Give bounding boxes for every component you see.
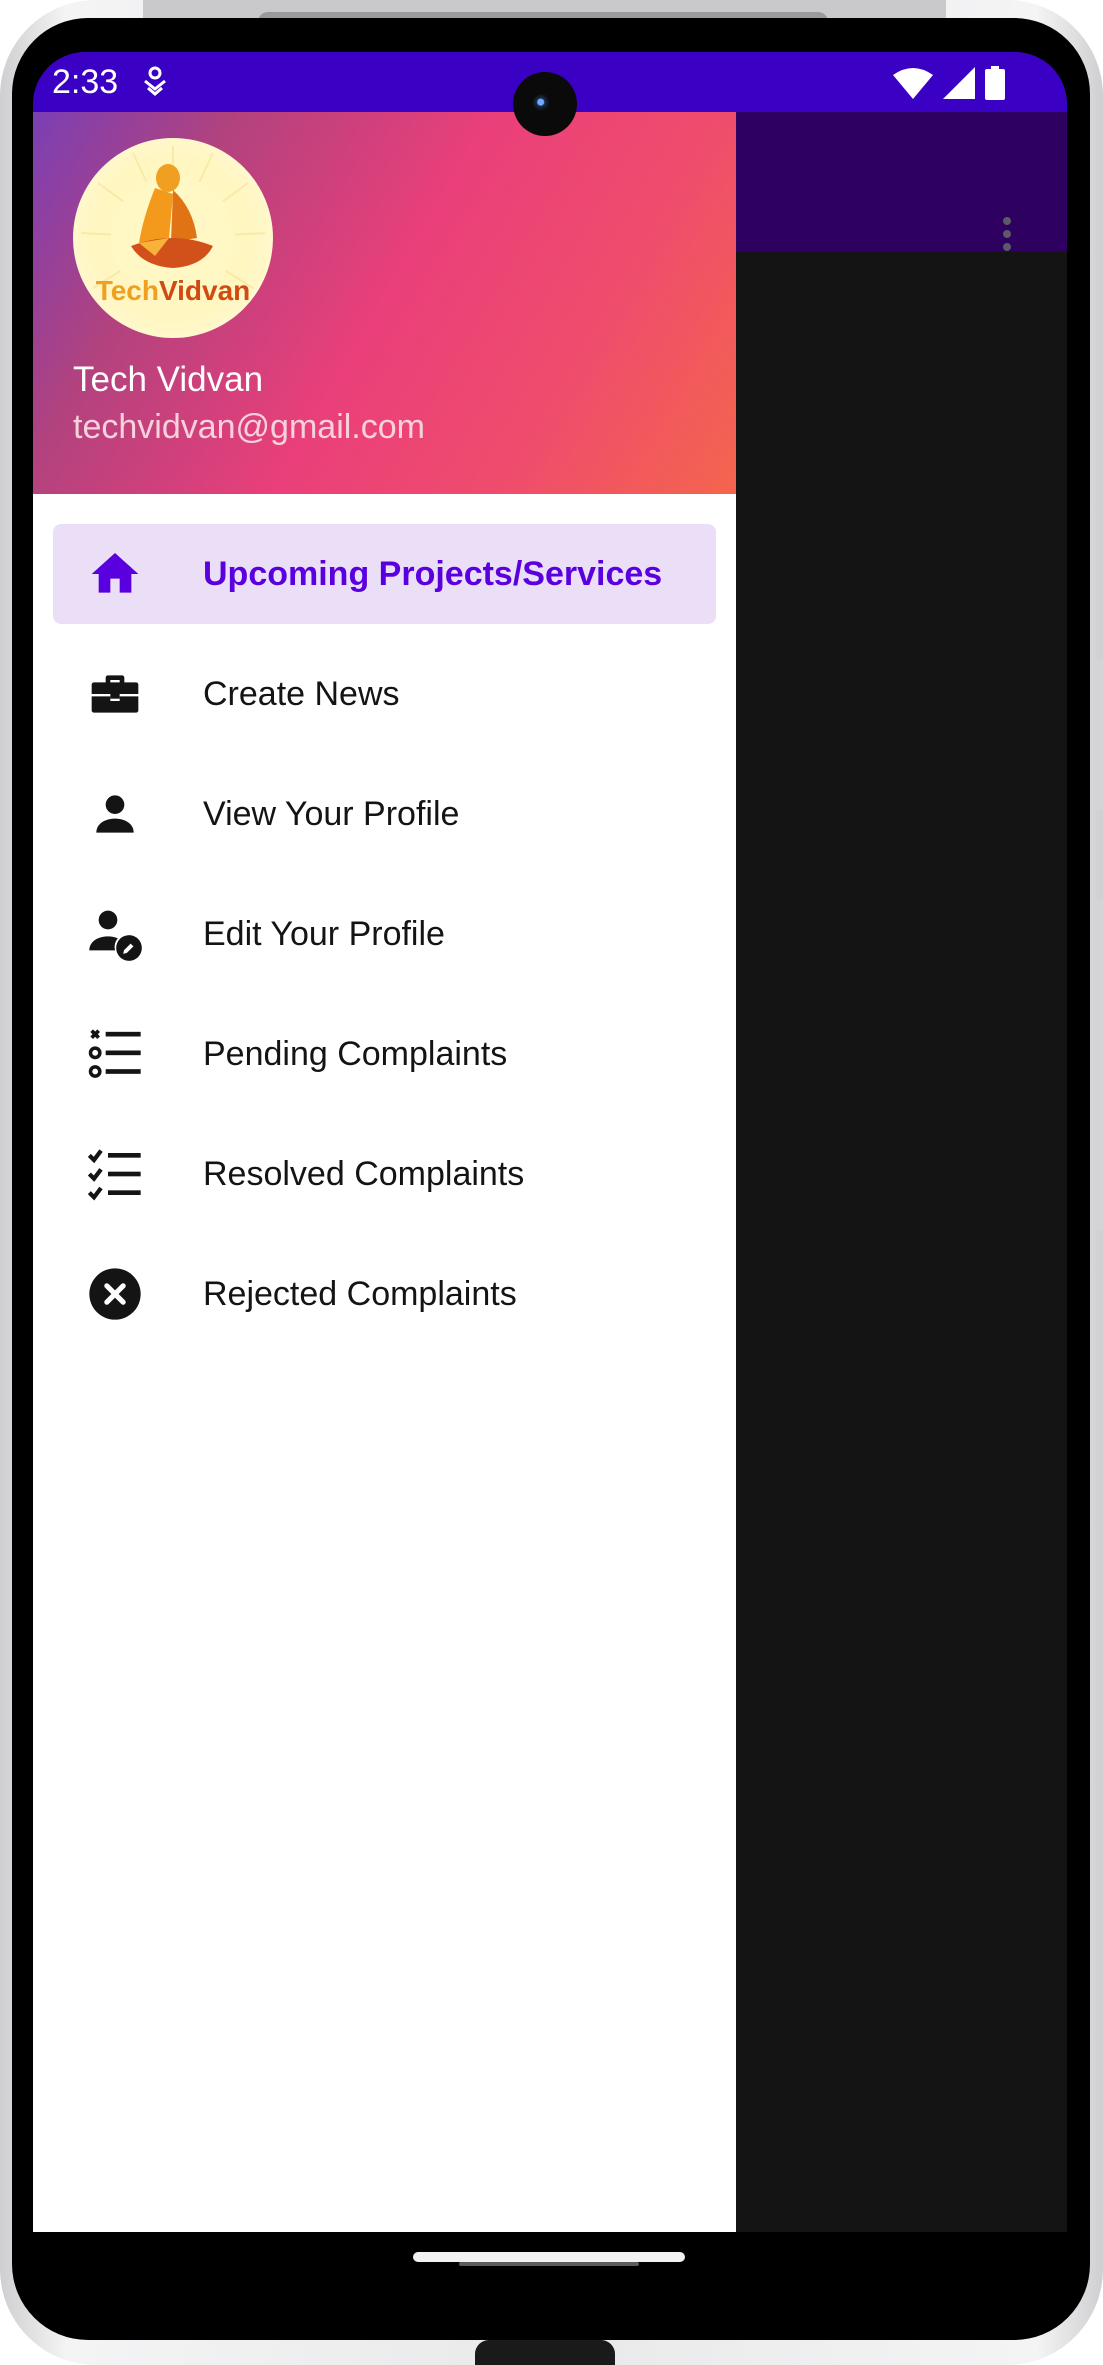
- power-button: [1095, 900, 1103, 1230]
- navigation-drawer: TechVidvan Tech Vidvan techvidvan@gmail.…: [33, 112, 736, 2232]
- menu-item-pending-complaints[interactable]: Pending Complaints: [53, 1004, 716, 1104]
- avatar[interactable]: TechVidvan: [73, 138, 273, 338]
- menu-label: Edit Your Profile: [203, 915, 445, 953]
- device-bottom-port: [475, 2340, 615, 2365]
- techvidvan-logo: TechVidvan: [80, 146, 266, 306]
- menu-item-edit-profile[interactable]: Edit Your Profile: [53, 884, 716, 984]
- cell-signal-icon: [943, 67, 975, 99]
- menu-item-rejected-complaints[interactable]: Rejected Complaints: [53, 1244, 716, 1344]
- person-edit-icon: [89, 910, 142, 961]
- home-gesture-handle[interactable]: [413, 2252, 685, 2266]
- pending-list-icon: [88, 1029, 141, 1078]
- user-name: Tech Vidvan: [73, 360, 264, 399]
- status-time: 2:33: [52, 63, 119, 101]
- screen: 2:33 TechVidvan Tech Vidvan techvidvan@g…: [33, 52, 1067, 2292]
- person-icon: [96, 795, 134, 833]
- battery-icon: [985, 66, 1005, 100]
- menu-label: View Your Profile: [203, 795, 460, 833]
- menu-item-resolved-complaints[interactable]: Resolved Complaints: [53, 1124, 716, 1224]
- menu-item-upcoming-projects[interactable]: Upcoming Projects/Services: [53, 524, 716, 624]
- device-frame: 2:33 TechVidvan Tech Vidvan techvidvan@g…: [0, 0, 1103, 2365]
- status-icons: [893, 64, 1005, 102]
- drawer-header: TechVidvan Tech Vidvan techvidvan@gmail.…: [33, 112, 736, 494]
- menu-label: Create News: [203, 675, 400, 713]
- menu-item-create-news[interactable]: Create News: [53, 644, 716, 744]
- menu-label: Pending Complaints: [203, 1035, 508, 1073]
- checklist-icon: [87, 1149, 141, 1201]
- menu-label: Upcoming Projects/Services: [203, 555, 663, 593]
- user-email: techvidvan@gmail.com: [73, 408, 425, 446]
- gesture-nav-bar: [33, 2232, 1067, 2292]
- front-camera: [513, 72, 577, 136]
- svg-text:TechVidvan: TechVidvan: [96, 275, 251, 306]
- menu-label: Resolved Complaints: [203, 1155, 525, 1193]
- home-icon: [91, 553, 139, 593]
- menu-label: Rejected Complaints: [203, 1275, 517, 1313]
- menu-item-view-profile[interactable]: View Your Profile: [53, 764, 716, 864]
- notification-icon: [144, 66, 166, 96]
- wifi-icon: [893, 68, 933, 99]
- briefcase-icon: [91, 675, 139, 713]
- volume-button: [1095, 660, 1103, 810]
- cancel-icon: [89, 1268, 141, 1320]
